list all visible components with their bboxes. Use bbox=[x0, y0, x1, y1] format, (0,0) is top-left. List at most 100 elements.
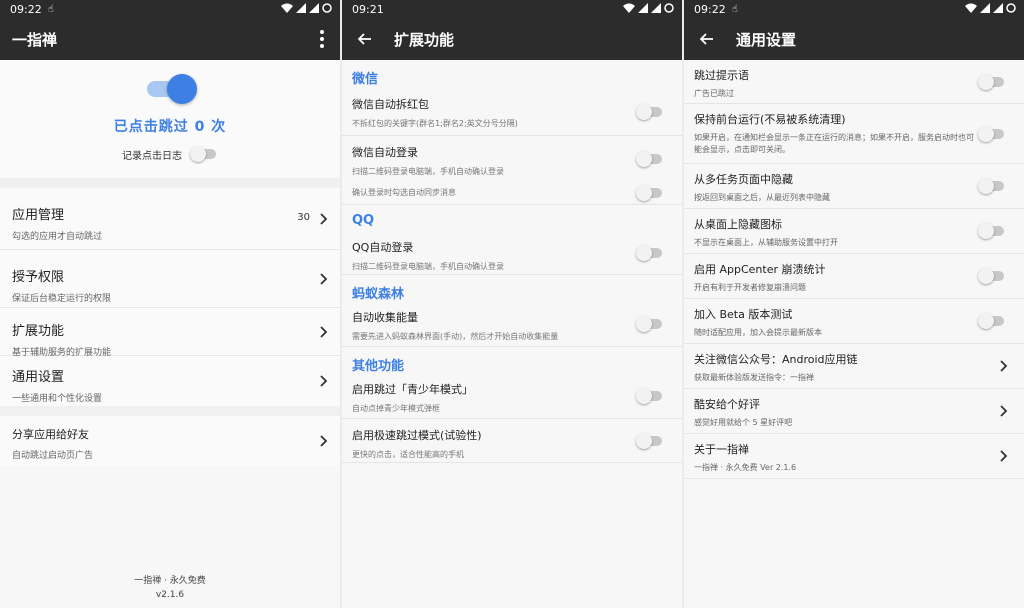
service-status-card: 已点击跳过 0 次 记录点击日志 bbox=[0, 60, 340, 178]
section-header-ant-forest: 蚂蚁森林 bbox=[352, 287, 405, 302]
general-settings-screen: 09:22 ☝ 通用设置 跳过提示语 广告已跳过 保持前台运行(不易被系统清理)… bbox=[684, 0, 1024, 608]
setting-row-wechat-account[interactable]: 关注微信公众号：Android应用链 获取最新体验版发送指令：一指禅 bbox=[684, 344, 1024, 389]
status-icons bbox=[623, 3, 674, 13]
setting-row-wechat-sync[interactable]: 确认登录时勾选自动同步消息 bbox=[342, 181, 682, 205]
toggle-switch[interactable] bbox=[636, 185, 664, 201]
row-subtitle: 开启有利于开发者修复崩溃问题 bbox=[694, 283, 806, 292]
setting-row-wechat-login[interactable]: 微信自动登录 扫描二维码登录电脑端，手机自动确认登录 bbox=[342, 136, 682, 181]
menu-item-subtitle: 一些通用和个性化设置 bbox=[12, 394, 103, 404]
toggle-switch[interactable] bbox=[636, 315, 664, 332]
row-title: 关于一指禅 bbox=[694, 443, 749, 456]
log-row: 记录点击日志 bbox=[0, 146, 340, 162]
toggle-switch[interactable] bbox=[636, 432, 664, 449]
menu-item-share[interactable]: 分享应用给好友 自动跳过启动页广告 bbox=[0, 416, 340, 466]
status-icons bbox=[965, 3, 1016, 13]
row-subtitle: 一指禅 · 永久免费 Ver 2.1.6 bbox=[694, 463, 797, 472]
footer-tagline: 一指禅 · 永久免费 bbox=[134, 576, 206, 586]
battery-icon bbox=[664, 3, 674, 13]
menu-item-permissions[interactable]: 授予权限 保证后台稳定运行的权限 bbox=[0, 250, 340, 308]
toggle-switch[interactable] bbox=[636, 244, 664, 261]
menu-item-title: 分享应用给好友 bbox=[12, 428, 89, 441]
chevron-right-icon bbox=[1000, 450, 1008, 462]
status-bar: 09:22 ☝ bbox=[0, 0, 340, 18]
setting-row-collect-energy[interactable]: 自动收集能量 需要先进入蚂蚁森林界面(手动)，然后才开始自动收集能量 bbox=[342, 301, 682, 347]
setting-row-appcenter[interactable]: 启用 AppCenter 崩溃统计 开启有利于开发者修复崩溃问题 bbox=[684, 254, 1024, 299]
setting-row-beta[interactable]: 加入 Beta 版本测试 随时适配应用，加入会提示最新版本 bbox=[684, 299, 1024, 344]
row-subtitle: 感觉好用就给个 5 星好评吧 bbox=[694, 418, 793, 427]
section-header-qq: QQ bbox=[352, 213, 375, 228]
touch-icon: ☝ bbox=[47, 3, 54, 15]
signal-icon-2 bbox=[651, 3, 661, 13]
footer-version: v2.1.6 bbox=[155, 590, 185, 600]
wifi-icon bbox=[281, 3, 293, 13]
toggle-switch[interactable] bbox=[978, 178, 1006, 194]
toggle-switch[interactable] bbox=[636, 387, 664, 404]
log-toggle[interactable] bbox=[190, 146, 218, 162]
row-subtitle: 更快的点击，适合性能高的手机 bbox=[352, 450, 464, 459]
toggle-switch[interactable] bbox=[978, 73, 1006, 90]
setting-row-fast-skip[interactable]: 启用极速跳过模式(试验性) 更快的点击，适合性能高的手机 bbox=[342, 419, 682, 463]
chevron-right-icon bbox=[320, 375, 328, 387]
menu-item-title: 通用设置 bbox=[12, 370, 65, 385]
signal-icon bbox=[980, 3, 990, 13]
setting-row-about[interactable]: 关于一指禅 一指禅 · 永久免费 Ver 2.1.6 bbox=[684, 434, 1024, 479]
page-title: 扩展功能 bbox=[394, 30, 455, 49]
row-title: 微信自动拆红包 bbox=[352, 98, 429, 111]
row-subtitle: 扫描二维码登录电脑端，手机自动确认登录 bbox=[352, 262, 504, 271]
app-bar: 扩展功能 bbox=[342, 18, 682, 60]
footer: 一指禅 · 永久免费 v2.1.6 bbox=[0, 574, 340, 602]
menu-item-app-management[interactable]: 应用管理 勾选的应用才自动跳过 30 bbox=[0, 188, 340, 250]
menu-item-subtitle: 自动跳过启动页广告 bbox=[12, 451, 94, 461]
toggle-switch[interactable] bbox=[978, 125, 1006, 142]
row-title: 保持前台运行(不易被系统清理) bbox=[694, 113, 846, 126]
setting-row-rate[interactable]: 酷安给个好评 感觉好用就给个 5 星好评吧 bbox=[684, 389, 1024, 434]
row-subtitle: 扫描二维码登录电脑端，手机自动确认登录 bbox=[352, 167, 504, 176]
row-title: 酷安给个好评 bbox=[694, 398, 760, 411]
row-title: 启用跳过「青少年模式」 bbox=[352, 383, 473, 396]
chevron-right-icon bbox=[1000, 360, 1008, 372]
setting-row-wechat-red-packet[interactable]: 微信自动拆红包 不拆红包的关键字(群名1;群名2;英文分号分隔) bbox=[342, 88, 682, 136]
row-title: 启用极速跳过模式(试验性) bbox=[352, 429, 482, 442]
row-title: 自动收集能量 bbox=[352, 311, 418, 324]
status-time: 09:22 bbox=[694, 2, 726, 16]
toggle-switch[interactable] bbox=[978, 223, 1006, 239]
setting-row-keep-foreground[interactable]: 保持前台运行(不易被系统清理) 如果开启，在通知栏会显示一条正在运行的消息；如果… bbox=[684, 104, 1024, 164]
setting-row-skip-youth-mode[interactable]: 启用跳过「青少年模式」 自动点掉青少年模式弹框 bbox=[342, 373, 682, 419]
menu-item-general-settings[interactable]: 通用设置 一些通用和个性化设置 bbox=[0, 356, 340, 406]
chevron-right-icon bbox=[1000, 405, 1008, 417]
status-bar: 09:22 ☝ bbox=[684, 0, 1024, 18]
skip-counter: 已点击跳过 0 次 bbox=[113, 119, 227, 135]
row-subtitle: 随时适配应用，加入会提示最新版本 bbox=[694, 328, 822, 337]
setting-row-qq-login[interactable]: QQ自动登录 扫描二维码登录电脑端，手机自动确认登录 bbox=[342, 231, 682, 275]
setting-row-skip-toast[interactable]: 跳过提示语 广告已跳过 bbox=[684, 60, 1024, 104]
signal-icon bbox=[296, 3, 306, 13]
section-header-other: 其他功能 bbox=[352, 359, 405, 374]
toggle-switch[interactable] bbox=[636, 150, 664, 167]
chevron-right-icon bbox=[320, 272, 328, 285]
status-icons bbox=[281, 3, 332, 13]
toggle-switch[interactable] bbox=[636, 103, 664, 120]
log-label: 记录点击日志 bbox=[122, 150, 182, 162]
back-arrow-icon[interactable] bbox=[344, 18, 386, 60]
row-subtitle: 如果开启，在通知栏会显示一条正在运行的消息；如果不开启，服务启动时也可能会显示，… bbox=[694, 133, 974, 154]
toggle-switch[interactable] bbox=[978, 268, 1006, 284]
app-bar: 通用设置 bbox=[684, 18, 1024, 60]
wifi-icon bbox=[965, 3, 977, 13]
back-arrow-icon[interactable] bbox=[686, 18, 728, 60]
row-title: 微信自动登录 bbox=[352, 146, 418, 159]
toggle-switch[interactable] bbox=[978, 313, 1006, 329]
app-count: 30 bbox=[297, 211, 310, 223]
row-title: 加入 Beta 版本测试 bbox=[694, 308, 793, 321]
overflow-menu-icon[interactable] bbox=[312, 27, 332, 51]
setting-row-hide-recents[interactable]: 从多任务页面中隐藏 按返回到桌面之后，从最近列表中隐藏 bbox=[684, 164, 1024, 209]
battery-icon bbox=[322, 3, 332, 13]
menu-item-subtitle: 勾选的应用才自动跳过 bbox=[12, 232, 103, 242]
service-toggle[interactable] bbox=[145, 72, 197, 104]
extensions-screen: 09:21 扩展功能 微信 微信自动拆红包 不拆红包的关键字(群名1;群名2;英… bbox=[342, 0, 682, 608]
setting-row-hide-icon[interactable]: 从桌面上隐藏图标 不显示在桌面上，从辅助服务设置中打开 bbox=[684, 209, 1024, 254]
menu-item-extensions[interactable]: 扩展功能 基于辅助服务的扩展功能 bbox=[0, 308, 340, 358]
divider bbox=[0, 406, 340, 416]
status-time: 09:21 bbox=[352, 2, 384, 16]
wifi-icon bbox=[623, 3, 635, 13]
section-header-wechat: 微信 bbox=[352, 72, 379, 87]
